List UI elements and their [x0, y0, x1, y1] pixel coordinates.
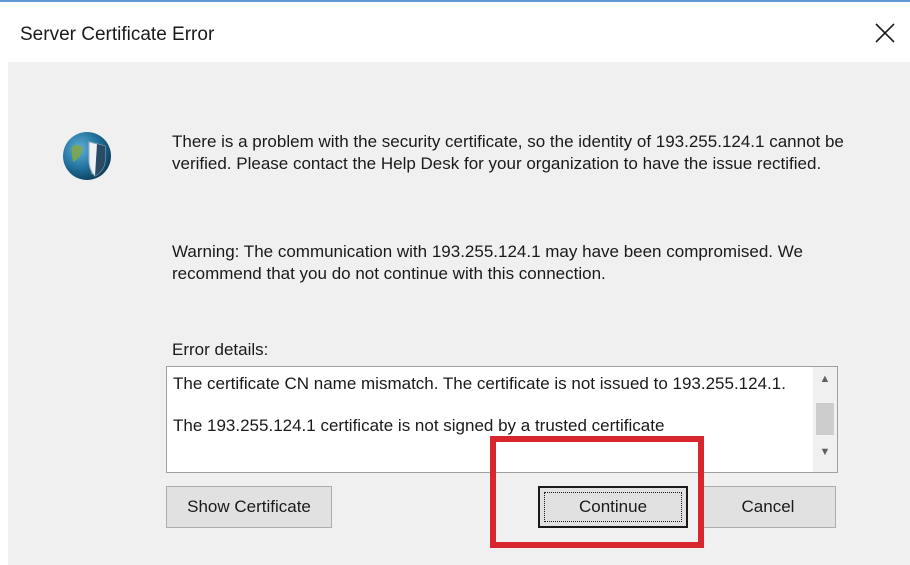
shield-globe-icon: [63, 132, 111, 180]
error-detail-line: The certificate CN name mismatch. The ce…: [173, 374, 786, 393]
warning-message: Warning: The communication with 193.255.…: [172, 242, 803, 283]
dialog-title: Server Certificate Error: [20, 24, 215, 45]
scroll-down-icon[interactable]: ▼: [813, 446, 837, 466]
error-message: There is a problem with the security cer…: [172, 132, 844, 173]
error-detail-line: The 193.255.124.1 certificate is not sig…: [173, 416, 665, 435]
title-bar[interactable]: Server Certificate Error: [0, 2, 910, 62]
error-details-text: The certificate CN name mismatch. The ce…: [173, 373, 801, 457]
error-details-label: Error details:: [172, 340, 269, 359]
scrollbar-thumb[interactable]: [816, 403, 834, 435]
error-details-box[interactable]: The certificate CN name mismatch. The ce…: [166, 366, 838, 473]
continue-button[interactable]: Continue: [538, 486, 688, 528]
cancel-button[interactable]: Cancel: [700, 486, 836, 528]
close-icon[interactable]: [868, 16, 902, 50]
details-scrollbar[interactable]: ▲ ▼: [813, 367, 837, 472]
show-certificate-button[interactable]: Show Certificate: [166, 486, 332, 528]
scroll-up-icon[interactable]: ▲: [813, 373, 837, 393]
continue-button-label: Continue: [544, 492, 682, 522]
